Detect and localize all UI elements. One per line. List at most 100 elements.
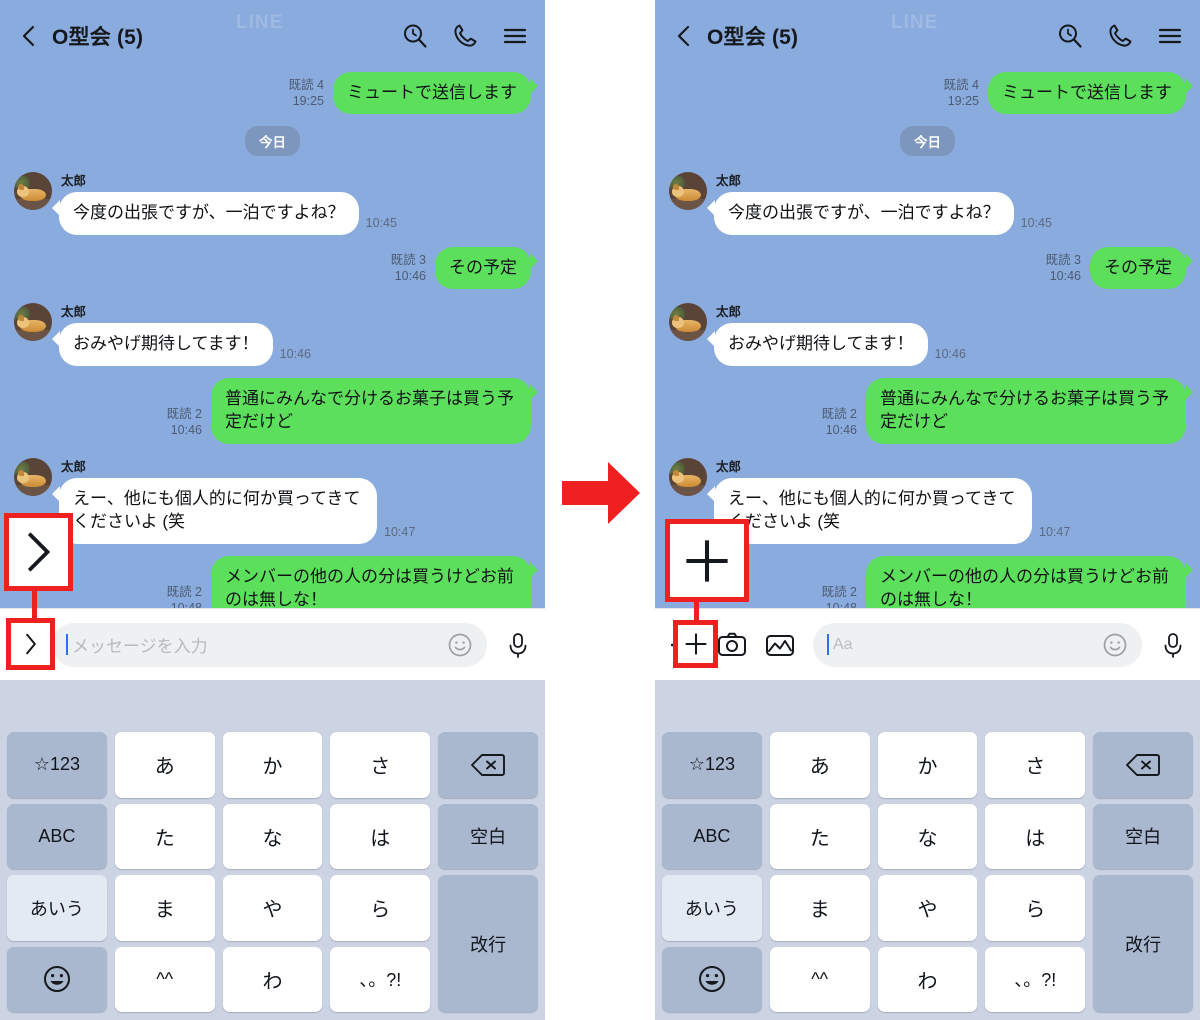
key-kana-mode[interactable]: あいう [662, 875, 762, 941]
message-row-incoming: 太郎 今度の出張ですが、一泊ですよね？ 10:45 [669, 170, 1186, 235]
key-na[interactable]: な [222, 803, 323, 869]
date-chip-label: 今日 [245, 126, 300, 157]
key-kaomoji[interactable]: ^^ [114, 946, 215, 1012]
camera-icon[interactable] [717, 630, 747, 660]
avatar[interactable] [14, 457, 52, 496]
key-ma[interactable]: ま [114, 875, 215, 941]
message-bubble[interactable]: メンバーの他の人の分は買うけどお前のは無しな！ [866, 555, 1193, 608]
timestamp: 19:25 [947, 93, 979, 108]
key-abc[interactable]: ABC [662, 803, 762, 869]
message-meta: 既読 2 10:48 [822, 585, 857, 608]
key-punctuation[interactable]: 、。?! [985, 946, 1086, 1012]
incoming-column: 太郎 今度の出張ですが、一泊ですよね？ 10:45 [707, 170, 1052, 235]
page-title: O型会 (5) [52, 26, 144, 49]
message-row-incoming: 太郎 おみやげ期待してます！ 10:46 [669, 301, 1186, 366]
message-bubble[interactable]: 普通にみんなで分けるお菓子は買う予定だけど [211, 377, 538, 444]
emoji-face-icon[interactable] [7, 946, 107, 1012]
message-bubble[interactable]: 今度の出張ですが、一泊ですよね？ [707, 192, 1014, 235]
message-bubble[interactable]: 今度の出張ですが、一泊ですよね？ [52, 192, 359, 235]
chevron-left-icon[interactable] [16, 23, 42, 49]
sender-name: 太郎 [716, 459, 742, 474]
avatar[interactable] [669, 303, 707, 342]
timestamp: 10:46 [825, 423, 857, 438]
message-bubble[interactable]: その予定 [435, 246, 538, 290]
callout-target-chevron[interactable] [6, 618, 55, 670]
read-receipt: 既読 2 [166, 407, 202, 422]
emoji-smiley-icon[interactable] [447, 632, 473, 658]
timestamp: 10:46 [279, 346, 311, 361]
microphone-icon[interactable] [1160, 631, 1186, 659]
delete-backspace-icon[interactable] [438, 732, 538, 798]
key-punctuation[interactable]: 、。?! [330, 946, 431, 1012]
date-divider: 今日 [669, 126, 1186, 157]
phone-call-icon[interactable] [1106, 22, 1134, 50]
key-sa[interactable]: さ [985, 732, 1086, 798]
key-space[interactable]: 空白 [1093, 803, 1193, 869]
key-enter[interactable]: 改行 [438, 875, 538, 1012]
message-bubble[interactable]: メンバーの他の人の分は買うけどお前のは無しな！ [211, 555, 538, 608]
sender-name: 太郎 [61, 459, 87, 474]
message-bubble[interactable]: ミュートで送信します [988, 72, 1193, 115]
key-space[interactable]: 空白 [438, 803, 538, 869]
message-bubble[interactable]: ミュートで送信します [333, 72, 538, 115]
message-row-incoming: 太郎 おみやげ期待してます！ 10:46 [14, 301, 531, 366]
key-wa[interactable]: わ [222, 946, 323, 1012]
chevron-left-icon[interactable] [671, 23, 697, 49]
avatar[interactable] [14, 172, 52, 211]
message-input-field[interactable]: メッセージを入力 [52, 622, 487, 667]
key-kana-mode[interactable]: あいう [7, 875, 107, 941]
key-wa[interactable]: わ [877, 946, 978, 1012]
key-na[interactable]: な [877, 803, 978, 869]
key-ma[interactable]: ま [769, 875, 870, 941]
sender-name: 太郎 [61, 174, 87, 189]
hamburger-menu-icon[interactable] [501, 22, 529, 50]
software-keyboard: ☆123 あ か さ ABC た な は 空白 あいう ま や ら 改行 ^^ … [0, 680, 545, 1020]
hamburger-menu-icon[interactable] [1156, 22, 1184, 50]
message-row-outgoing: 既読 3 10:46 その予定 [14, 246, 538, 290]
message-row-incoming: 太郎 今度の出張ですが、一泊ですよね？ 10:45 [14, 170, 531, 235]
key-ya[interactable]: や [222, 875, 323, 941]
message-input-field[interactable]: Aa [813, 622, 1142, 667]
message-bubble[interactable]: えー、他にも個人的に何か買ってきてくださいよ (笑 [707, 477, 1032, 544]
key-ra[interactable]: ら [330, 875, 431, 941]
emoji-face-icon[interactable] [662, 946, 762, 1012]
watermark-text: LINE [236, 12, 284, 33]
key-enter[interactable]: 改行 [1093, 875, 1193, 1012]
delete-backspace-icon[interactable] [1093, 732, 1193, 798]
message-input-placeholder: メッセージを入力 [72, 637, 208, 656]
key-ta[interactable]: た [114, 803, 215, 869]
key-a[interactable]: あ [769, 732, 870, 798]
key-ta[interactable]: た [769, 803, 870, 869]
key-ha[interactable]: は [330, 803, 431, 869]
text-caret [827, 634, 829, 655]
microphone-icon[interactable] [505, 631, 531, 659]
message-bubble[interactable]: おみやげ期待してます！ [52, 323, 273, 366]
key-a[interactable]: あ [114, 732, 215, 798]
key-symbols[interactable]: ☆123 [7, 732, 107, 798]
key-symbols[interactable]: ☆123 [662, 732, 762, 798]
search-history-icon[interactable] [1056, 22, 1084, 50]
key-ha[interactable]: は [985, 803, 1086, 869]
search-history-icon[interactable] [401, 22, 429, 50]
bubble-line: えー、他にも個人的に何か買ってきてくださいよ (笑 10:47 [52, 477, 415, 544]
key-ka[interactable]: か [222, 732, 323, 798]
key-ka[interactable]: か [877, 732, 978, 798]
key-abc[interactable]: ABC [7, 803, 107, 869]
emoji-smiley-icon[interactable] [1102, 632, 1128, 658]
callout-target-plus[interactable] [673, 620, 718, 668]
phone-call-icon[interactable] [451, 22, 479, 50]
message-bubble[interactable]: その予定 [1090, 246, 1193, 290]
message-meta: 既読 2 10:46 [822, 407, 857, 438]
timestamp: 10:45 [365, 215, 397, 230]
avatar[interactable] [669, 457, 707, 496]
key-sa[interactable]: さ [330, 732, 431, 798]
message-bubble[interactable]: おみやげ期待してます！ [707, 323, 928, 366]
avatar[interactable] [669, 172, 707, 211]
key-kaomoji[interactable]: ^^ [769, 946, 870, 1012]
key-ra[interactable]: ら [985, 875, 1086, 941]
key-ya[interactable]: や [877, 875, 978, 941]
message-bubble[interactable]: えー、他にも個人的に何か買ってきてくださいよ (笑 [52, 477, 377, 544]
message-bubble[interactable]: 普通にみんなで分けるお菓子は買う予定だけど [866, 377, 1193, 444]
avatar[interactable] [14, 303, 52, 342]
photo-gallery-icon[interactable] [765, 630, 795, 660]
